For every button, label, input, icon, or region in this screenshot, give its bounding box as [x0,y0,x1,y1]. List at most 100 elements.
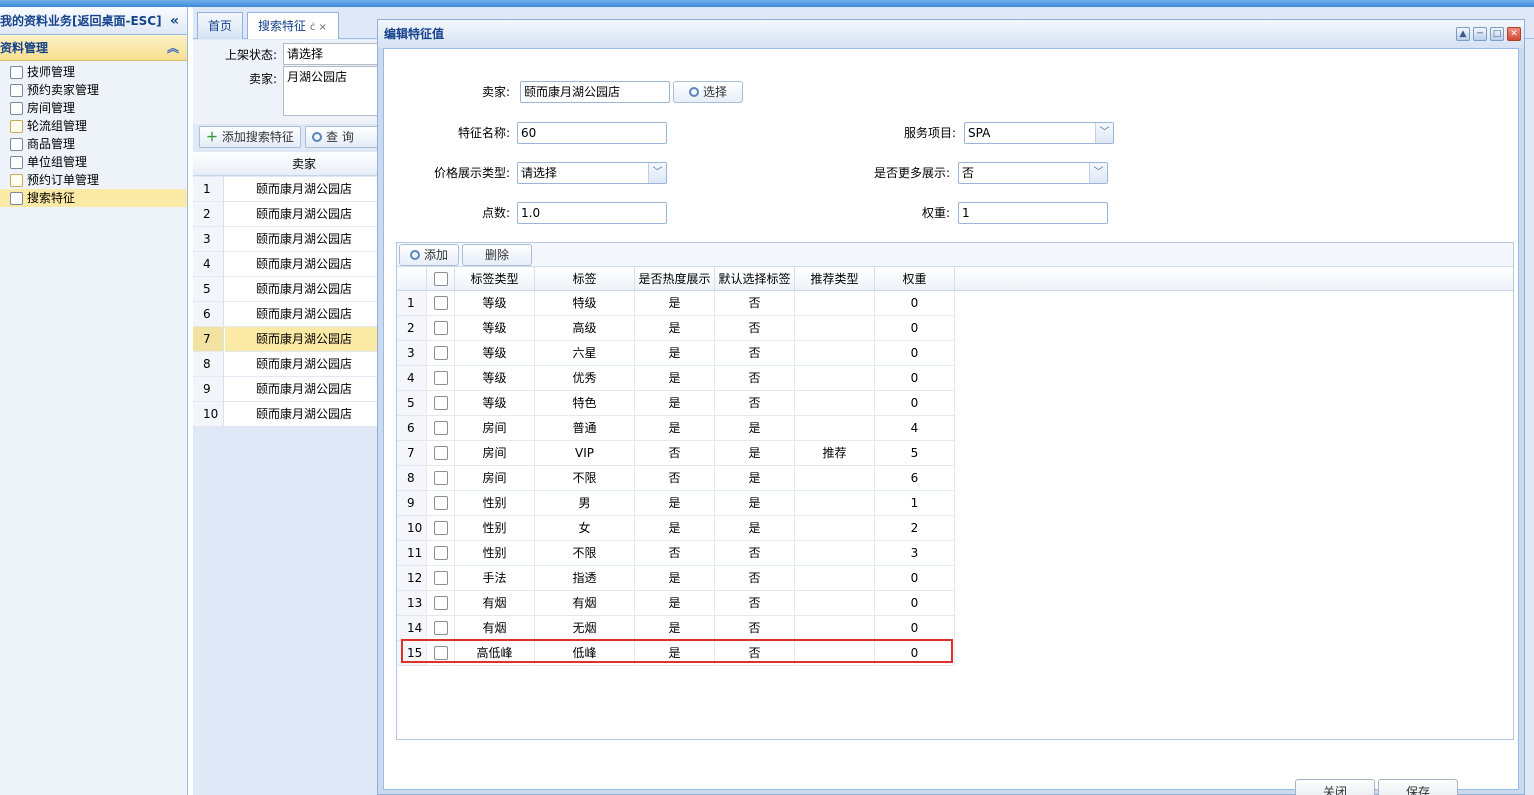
tab-search-feature[interactable]: 搜索特征 ċ × [247,12,339,39]
status-select[interactable]: 请选择 [283,43,383,65]
tag-row[interactable]: 4 等级 优秀是否 0 [397,366,955,391]
tab-close-icon[interactable]: ċ × [310,22,327,33]
col-hot-display[interactable]: 是否热度展示 [635,267,715,291]
row-checkbox[interactable] [433,420,448,435]
row-checkbox[interactable] [433,495,448,510]
nav-item[interactable]: 单位组管理 [0,153,187,171]
tag-row[interactable]: 12 手法 指透是否 0 [397,566,955,591]
row-checkbox-cell[interactable] [427,416,455,441]
tag-row[interactable]: 13 有烟 有烟是否 0 [397,591,955,616]
row-checkbox[interactable] [433,370,448,385]
bg-grid-row[interactable]: 2 颐而康月湖公园店 [193,202,383,227]
tab-home[interactable]: 首页 [197,12,243,39]
close-button[interactable]: 关闭 [1295,779,1375,795]
nav-item[interactable]: 商品管理 [0,135,187,153]
row-checkbox-cell[interactable] [427,316,455,341]
feature-name-field[interactable]: 60 [517,122,667,144]
row-checkbox-cell[interactable] [427,441,455,466]
left-panel-header[interactable]: 我的资料业务[返回桌面-ESC] « [0,7,187,35]
bg-grid-row[interactable]: 3 颐而康月湖公园店 [193,227,383,252]
bg-grid-row[interactable]: 1 颐而康月湖公园店 [193,177,383,202]
bg-grid-row[interactable]: 4 颐而康月湖公园店 [193,252,383,277]
col-tag-type[interactable]: 标签类型 [455,267,535,291]
row-checkbox-cell[interactable] [427,616,455,641]
row-checkbox[interactable] [433,545,448,560]
tag-row[interactable]: 3 等级 六星是否 0 [397,341,955,366]
dialog-titlebar[interactable]: 编辑特征值 ▲ ─ □ ✕ [378,20,1524,48]
weight-field[interactable]: 1 [958,202,1108,224]
row-checkbox-cell[interactable] [427,491,455,516]
row-checkbox-cell[interactable] [427,341,455,366]
tag-row[interactable]: 14 有烟 无烟是否 0 [397,616,955,641]
bg-grid-row[interactable]: 9 颐而康月湖公园店 [193,377,383,402]
close-icon[interactable]: ✕ [1507,27,1521,41]
minimize-icon[interactable]: ─ [1473,27,1487,41]
nav-item[interactable]: 技师管理 [0,63,187,81]
save-button[interactable]: 保存 [1378,779,1458,795]
add-tag-button[interactable]: 添加 [399,244,459,266]
row-checkbox[interactable] [433,620,448,635]
checkbox-icon[interactable] [433,271,448,286]
row-checkbox-cell[interactable] [427,366,455,391]
nav-item[interactable]: 预约订单管理 [0,171,187,189]
bg-grid-row[interactable]: 5 颐而康月湖公园店 [193,277,383,302]
tag-row[interactable]: 9 性别男是是 1 [397,491,955,516]
chevron-down-icon[interactable]: ﹀ [648,163,666,183]
delete-tag-button[interactable]: 删除 [462,244,532,266]
row-checkbox-cell[interactable] [427,516,455,541]
select-seller-button[interactable]: 选择 [673,81,743,103]
row-checkbox[interactable] [433,295,448,310]
tag-row[interactable]: 1 等级 特级是否 0 [397,291,955,316]
row-checkbox-cell[interactable] [427,291,455,316]
bg-grid-row[interactable]: 7 颐而康月湖公园店 [193,327,383,352]
section-header[interactable]: 资料管理 ︽ [0,35,187,61]
tag-row[interactable]: 6 房间 普通是是 4 [397,416,955,441]
nav-item[interactable]: 轮流组管理 [0,117,187,135]
points-field[interactable]: 1.0 [517,202,667,224]
chevron-down-icon[interactable]: ﹀ [1095,123,1113,143]
col-tag[interactable]: 标签 [535,267,635,291]
price-type-select[interactable]: 请选择 ﹀ [517,162,667,184]
collapse-up-icon[interactable]: ︽ [167,35,179,61]
query-button[interactable]: 查 询 [305,126,385,148]
row-checkbox-cell[interactable] [427,391,455,416]
row-checkbox[interactable] [433,570,448,585]
col-default-tag[interactable]: 默认选择标签 [715,267,795,291]
restore-icon[interactable]: ▲ [1456,27,1470,41]
nav-item[interactable]: 房间管理 [0,99,187,117]
maximize-icon[interactable]: □ [1490,27,1504,41]
row-checkbox[interactable] [433,395,448,410]
row-checkbox-cell[interactable] [427,591,455,616]
bg-grid-row[interactable]: 10 颐而康月湖公园店 [193,402,383,427]
tag-row[interactable]: 5 等级 特色是否 0 [397,391,955,416]
collapse-left-icon[interactable]: « [170,7,179,35]
tag-row[interactable]: 8 房间 不限否是 6 [397,466,955,491]
row-checkbox[interactable] [433,520,448,535]
bg-grid-row[interactable]: 8 颐而康月湖公园店 [193,352,383,377]
nav-item[interactable]: 搜索特征 [0,189,187,207]
row-checkbox[interactable] [433,445,448,460]
seller-input[interactable]: 月湖公园店 [283,66,383,116]
seller-field[interactable]: 颐而康月湖公园店 [520,81,670,103]
row-checkbox[interactable] [433,320,448,335]
nav-item[interactable]: 预约卖家管理 [0,81,187,99]
row-checkbox-cell[interactable] [427,566,455,591]
bg-grid-row[interactable]: 6 颐而康月湖公园店 [193,302,383,327]
tag-row[interactable]: 11 性别 不限否否 3 [397,541,955,566]
service-select[interactable]: SPA ﹀ [964,122,1114,144]
col-recommend-type[interactable]: 推荐类型 [795,267,875,291]
select-all-checkbox[interactable] [427,267,455,291]
tag-row[interactable]: 2 等级 高级是否 0 [397,316,955,341]
row-checkbox[interactable] [433,595,448,610]
chevron-down-icon[interactable]: ﹀ [1089,163,1107,183]
row-checkbox[interactable] [433,345,448,360]
tag-row[interactable]: 10 性别女是是 2 [397,516,955,541]
more-display-select[interactable]: 否 ﹀ [958,162,1108,184]
seller-column-header[interactable]: 卖家 [225,152,383,176]
add-search-feature-button[interactable]: ＋ 添加搜索特征 [199,126,301,148]
row-checkbox[interactable] [433,470,448,485]
tag-row[interactable]: 7 房间 VIP 否是推荐 5 [397,441,955,466]
row-checkbox-cell[interactable] [427,466,455,491]
row-checkbox-cell[interactable] [427,541,455,566]
col-weight[interactable]: 权重 [875,267,955,291]
